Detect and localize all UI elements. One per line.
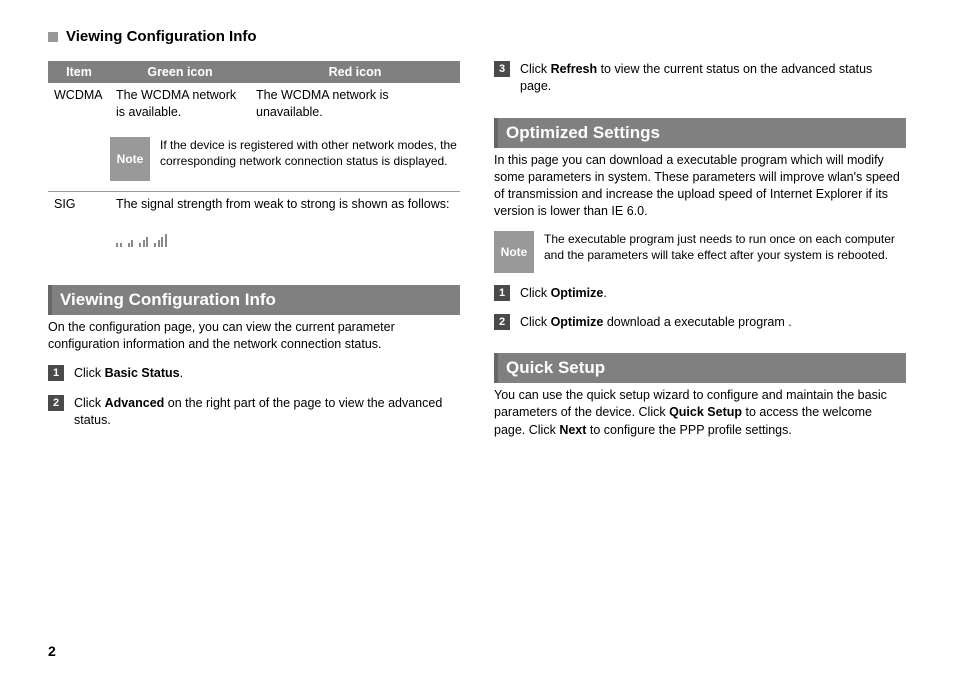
- table-row: WCDMA The WCDMA network is available. Th…: [48, 83, 460, 127]
- cell-green: The WCDMA network is available.: [110, 83, 250, 127]
- step-number-icon: 2: [494, 314, 510, 330]
- th-item: Item: [48, 61, 110, 83]
- step-item: 2 Click Optimize download a executable p…: [494, 314, 906, 331]
- note-badge: Note: [494, 231, 534, 273]
- header-square-icon: [48, 32, 58, 42]
- step-text: Click Advanced on the right part of the …: [74, 395, 460, 430]
- note-block: Note If the device is registered with ot…: [110, 137, 460, 181]
- step-item: 2 Click Advanced on the right part of th…: [48, 395, 460, 430]
- step-number-icon: 1: [48, 365, 64, 381]
- left-column: Item Green icon Red icon WCDMA The WCDMA…: [48, 55, 460, 449]
- paragraph: You can use the quick setup wizard to co…: [494, 387, 906, 439]
- step-number-icon: 1: [494, 285, 510, 301]
- table-row-note: Note If the device is registered with ot…: [48, 127, 460, 192]
- right-column: 3 Click Refresh to view the current stat…: [494, 55, 906, 449]
- step-number-icon: 3: [494, 61, 510, 77]
- note-text: If the device is registered with other n…: [160, 137, 460, 169]
- step-text: Click Optimize download a executable pro…: [520, 314, 906, 331]
- section-heading-viewing-config: Viewing Configuration Info: [48, 285, 460, 315]
- step-text: Click Basic Status.: [74, 365, 460, 382]
- page-title: Viewing Configuration Info: [66, 28, 257, 45]
- step-item: 3 Click Refresh to view the current stat…: [494, 61, 906, 96]
- note-text: The executable program just needs to run…: [544, 231, 906, 263]
- paragraph: In this page you can download a executab…: [494, 152, 906, 221]
- content-columns: Item Green icon Red icon WCDMA The WCDMA…: [48, 55, 906, 449]
- step-number-icon: 2: [48, 395, 64, 411]
- cell-red: The WCDMA network is unavailable.: [250, 83, 460, 127]
- th-red: Red icon: [250, 61, 460, 83]
- cell-sig-desc: The signal strength from weak to strong …: [110, 192, 460, 219]
- cell-item: SIG: [48, 192, 110, 219]
- step-item: 1 Click Optimize.: [494, 285, 906, 302]
- step-text: Click Optimize.: [520, 285, 906, 302]
- paragraph: On the configuration page, you can view …: [48, 319, 460, 354]
- table-row: SIG The signal strength from weak to str…: [48, 192, 460, 219]
- network-icon-table: Item Green icon Red icon WCDMA The WCDMA…: [48, 61, 460, 263]
- section-heading-optimized: Optimized Settings: [494, 118, 906, 148]
- cell-item: WCDMA: [48, 83, 110, 127]
- step-item: 1 Click Basic Status.: [48, 365, 460, 382]
- page-number: 2: [48, 643, 56, 659]
- th-green: Green icon: [110, 61, 250, 83]
- note-block: Note The executable program just needs t…: [494, 231, 906, 273]
- signal-bars-icon: [116, 233, 454, 247]
- note-badge: Note: [110, 137, 150, 181]
- step-text: Click Refresh to view the current status…: [520, 61, 906, 96]
- section-heading-quick-setup: Quick Setup: [494, 353, 906, 383]
- page-header: Viewing Configuration Info: [48, 28, 906, 45]
